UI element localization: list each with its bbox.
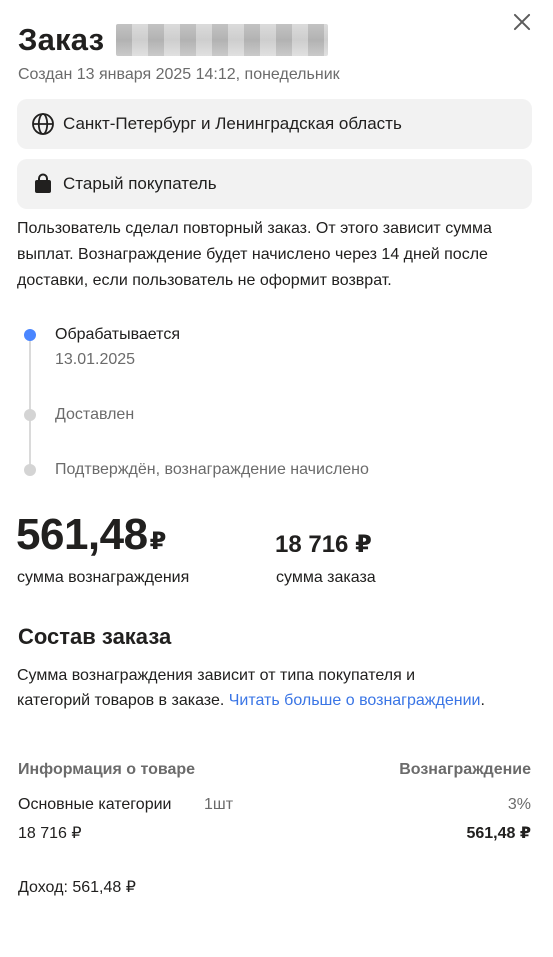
reward-amount: 561,48₽ [16, 510, 166, 560]
timeline-dot [24, 409, 36, 421]
buyer-type-label: Старый покупатель [63, 174, 217, 193]
timeline-step-delivered: Доставлен [55, 406, 135, 423]
region-chip: Санкт-Петербург и Ленинградская область [17, 99, 532, 149]
timeline-line [29, 338, 31, 470]
order-sum: 18 716 ₽ [275, 531, 372, 558]
timeline-dot-active [24, 329, 36, 341]
globe-icon [32, 113, 54, 135]
buyer-type-chip: Старый покупатель [17, 159, 532, 209]
income-total: Доход: 561,48 ₽ [18, 879, 136, 896]
page-title: Заказ [18, 22, 105, 57]
timeline-step-date: 13.01.2025 [55, 351, 136, 368]
table-row-percent: 3% [507, 796, 531, 813]
table-row-category: Основные категории [18, 796, 172, 813]
link-suffix: . [480, 692, 485, 709]
order-description: Пользователь сделал повторный заказ. От … [17, 220, 492, 289]
table-row-reward: 561,48 ₽ [466, 825, 531, 842]
close-icon[interactable] [508, 8, 536, 36]
timeline-step-processing: Обрабатывается [55, 326, 180, 343]
table-header-product: Информация о товаре [18, 761, 196, 778]
order-id-masked [116, 24, 329, 56]
composition-description: Сумма вознаграждения зависит от типа пок… [17, 663, 487, 713]
reward-info-link[interactable]: Читать больше о вознаграждении [229, 692, 481, 709]
order-header: Заказ [18, 22, 329, 58]
table-row-qty: 1шт [204, 796, 234, 813]
timeline-step-confirmed: Подтверждён, вознаграждение начислено [55, 461, 369, 478]
currency-symbol: ₽ [149, 528, 167, 555]
composition-title: Состав заказа [18, 624, 172, 649]
timeline-dot [24, 464, 36, 476]
table-header-reward: Вознаграждение [399, 761, 531, 778]
order-sum-caption: сумма заказа [276, 569, 376, 586]
reward-caption: сумма вознаграждения [17, 569, 190, 586]
created-date: Создан 13 января 2025 14:12, понедельник [18, 66, 340, 83]
shopping-bag-icon [35, 173, 51, 193]
table-row-sum: 18 716 ₽ [18, 825, 82, 842]
region-label: Санкт-Петербург и Ленинградская область [63, 114, 402, 133]
reward-value: 561,48 [16, 510, 148, 559]
